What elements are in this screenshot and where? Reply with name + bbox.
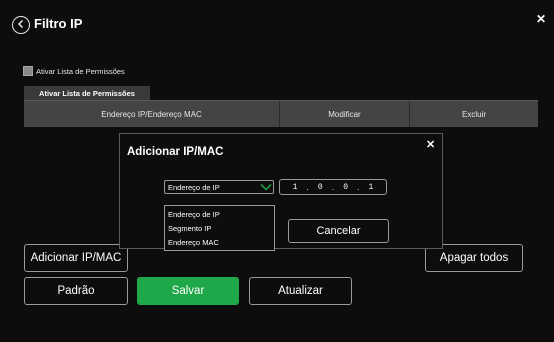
- permission-checkbox-label: Ativar Lista de Permissões: [36, 66, 125, 76]
- ip-address-input[interactable]: 1 . 0 . 0 . 1: [279, 179, 387, 195]
- tab-permission-list[interactable]: Ativar Lista de Permissões: [24, 86, 150, 100]
- chevron-down-icon: [259, 181, 273, 193]
- dropdown-option-segment[interactable]: Segmento IP: [168, 221, 271, 235]
- ip-separator: .: [357, 182, 360, 192]
- address-type-select[interactable]: Endereço de IP: [164, 180, 274, 194]
- ip-octet-3[interactable]: 0: [343, 183, 348, 192]
- dropdown-option-ip[interactable]: Endereço de IP: [168, 207, 271, 221]
- close-icon[interactable]: ✕: [536, 12, 546, 26]
- ip-octet-2[interactable]: 0: [318, 183, 323, 192]
- ip-octet-4[interactable]: 1: [369, 183, 374, 192]
- permission-checkbox[interactable]: [23, 66, 33, 76]
- filter-ip-panel: Filtro IP ✕ Ativar Lista de Permissões A…: [0, 0, 554, 342]
- ip-separator: .: [306, 182, 309, 192]
- back-button[interactable]: [12, 16, 30, 34]
- column-header-modify: Modificar: [280, 101, 410, 127]
- ip-octet-1[interactable]: 1: [293, 183, 298, 192]
- table-header: Endereço IP/Endereço MAC Modificar Exclu…: [24, 101, 538, 127]
- column-header-delete: Excluir: [461, 109, 486, 119]
- address-type-dropdown: Endereço de IP Segmento IP Endereço MAC: [164, 205, 275, 251]
- add-ip-mac-button[interactable]: Adicionar IP/MAC: [24, 244, 128, 272]
- close-icon[interactable]: ✕: [426, 138, 435, 151]
- title-bar: Filtro IP ✕: [0, 0, 554, 48]
- default-button[interactable]: Padrão: [24, 277, 128, 305]
- cancel-button[interactable]: Cancelar: [288, 219, 389, 243]
- column-header-address: Endereço IP/Endereço MAC: [24, 101, 280, 127]
- add-ip-mac-dialog: Adicionar IP/MAC ✕ Endereço de IP 1 . 0 …: [119, 133, 443, 251]
- ip-separator: .: [331, 182, 335, 192]
- address-type-value: Endereço de IP: [168, 182, 220, 192]
- back-arrow-icon: [16, 16, 26, 34]
- update-button[interactable]: Atualizar: [249, 277, 352, 305]
- dropdown-option-mac[interactable]: Endereço MAC: [168, 235, 271, 249]
- save-button[interactable]: Salvar: [137, 277, 239, 305]
- permission-list-toggle[interactable]: Ativar Lista de Permissões: [23, 66, 125, 76]
- dialog-title: Adicionar IP/MAC: [127, 146, 224, 158]
- page-title: Filtro IP: [34, 16, 83, 31]
